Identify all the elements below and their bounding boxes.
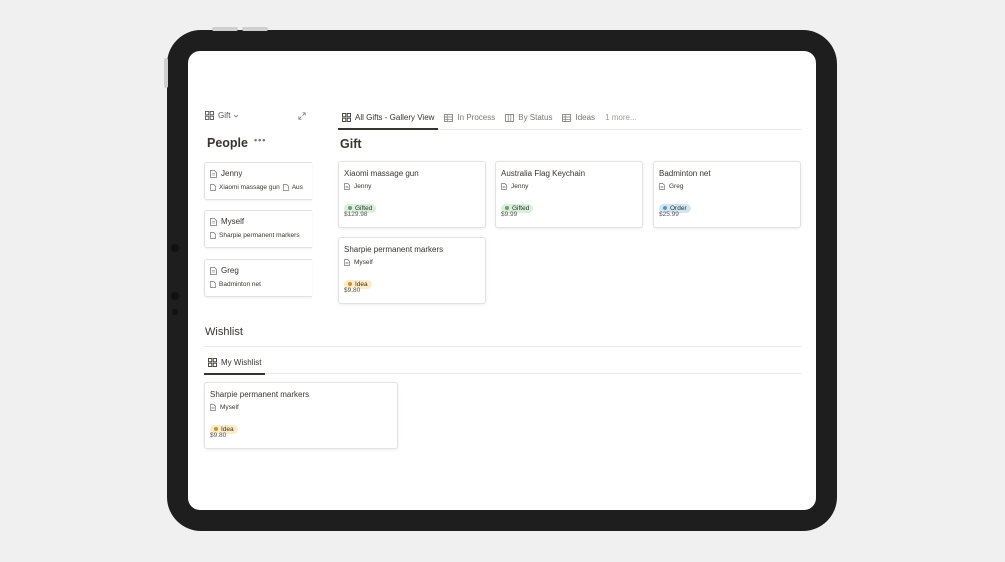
tab-ideas[interactable]: Ideas — [558, 111, 599, 128]
person-name: Jenny — [221, 169, 243, 178]
gift-card-price: $9.99 — [501, 211, 518, 218]
page-icon — [210, 184, 216, 191]
tab-label: In Process — [457, 113, 496, 122]
tab-all-gifts-gallery[interactable]: All Gifts - Gallery View — [338, 111, 439, 130]
page-icon — [501, 183, 507, 190]
table-icon — [444, 113, 454, 122]
gift-card-person-name: Greg — [669, 183, 684, 190]
gift-card[interactable]: Badminton net Greg Order $25.99 — [653, 161, 801, 228]
people-title: People ••• — [207, 135, 266, 150]
gallery-icon — [342, 113, 351, 122]
gift-card[interactable]: Sharpie permanent markers Myself Idea $9… — [338, 237, 486, 304]
person-card-myself[interactable]: Myself Sharpie permanent markers — [204, 210, 312, 248]
tab-label: My Wishlist — [221, 358, 262, 367]
status-dot — [348, 206, 352, 210]
gift-card-person-name: Jenny — [354, 183, 372, 190]
tab-my-wishlist[interactable]: My Wishlist — [204, 356, 266, 375]
gift-card-person[interactable]: Jenny — [344, 183, 371, 190]
wishlist-view-tabs: My Wishlist — [204, 356, 802, 375]
person-name: Greg — [221, 266, 239, 275]
gift-card-person-name: Myself — [354, 259, 373, 266]
wishlist-card-title: Sharpie permanent markers — [210, 390, 310, 399]
divider — [204, 346, 802, 347]
page-icon — [210, 169, 217, 178]
tablet-camera — [171, 244, 179, 252]
page-icon — [210, 404, 216, 411]
tablet-power-button — [164, 58, 168, 88]
wishlist-title: Wishlist — [205, 326, 243, 338]
tablet-volume-button — [242, 27, 268, 31]
gift-card-person[interactable]: Myself — [344, 259, 373, 266]
person-name: Myself — [221, 217, 245, 226]
gift-card-price: $25.99 — [659, 211, 679, 218]
page-icon — [344, 259, 350, 266]
board-icon — [505, 113, 515, 122]
gift-card[interactable]: Xiaomi massage gun Jenny Gifted $129.98 — [338, 161, 486, 228]
tab-more-views[interactable]: 1 more... — [601, 111, 641, 128]
gift-card-title: Australia Flag Keychain — [501, 169, 586, 178]
people-view-selector[interactable]: Gift — [205, 111, 309, 120]
status-dot — [214, 427, 218, 431]
chevron-down-icon — [233, 113, 239, 119]
gift-card[interactable]: Australia Flag Keychain Jenny Gifted $9.… — [495, 161, 643, 228]
tablet-sensor — [172, 309, 178, 315]
person-gift-link[interactable]: Aus — [292, 184, 303, 191]
gift-title: Gift — [340, 137, 362, 151]
page-icon — [659, 183, 665, 190]
people-title-text: People — [207, 136, 248, 150]
tablet-sensor — [171, 292, 179, 300]
page-icon — [210, 281, 216, 288]
table-icon — [562, 113, 572, 122]
tablet-frame: Gift People ••• Jenny Xiaomi massage gun… — [164, 27, 837, 531]
status-dot — [663, 206, 667, 210]
tab-label: All Gifts - Gallery View — [355, 113, 435, 122]
gift-card-price: $129.98 — [344, 211, 368, 218]
status-dot — [348, 282, 352, 286]
gift-card-title: Sharpie permanent markers — [344, 245, 444, 254]
gift-card-person[interactable]: Jenny — [501, 183, 528, 190]
gift-card-person[interactable]: Greg — [659, 183, 683, 190]
wishlist-card[interactable]: Sharpie permanent markers Myself Idea $9… — [204, 382, 398, 449]
page-icon — [344, 183, 350, 190]
page-icon — [210, 232, 216, 239]
gift-card-title: Xiaomi massage gun — [344, 169, 419, 178]
gift-card-title: Badminton net — [659, 169, 711, 178]
person-card-jenny[interactable]: Jenny Xiaomi massage gun Aus — [204, 162, 312, 200]
tab-label: Ideas — [575, 113, 596, 122]
tab-label: By Status — [518, 113, 553, 122]
gallery-icon — [208, 358, 217, 367]
person-card-greg[interactable]: Greg Badminton net — [204, 259, 312, 297]
tablet-volume-button — [212, 27, 238, 31]
screen: Gift People ••• Jenny Xiaomi massage gun… — [188, 51, 816, 510]
gift-view-tabs: All Gifts - Gallery View In Process By S… — [338, 111, 802, 130]
person-gift-link[interactable]: Sharpie permanent markers — [219, 232, 300, 239]
wishlist-card-price: $9.80 — [210, 432, 227, 439]
wishlist-card-person-name: Myself — [220, 404, 239, 411]
people-view-label: Gift — [218, 111, 231, 120]
expand-icon[interactable] — [298, 112, 306, 120]
gift-card-price: $9.80 — [344, 287, 361, 294]
tab-by-status[interactable]: By Status — [501, 111, 556, 128]
page-icon — [210, 266, 217, 275]
more-options-icon[interactable]: ••• — [254, 135, 266, 145]
person-gift-link[interactable]: Badminton net — [219, 281, 261, 288]
wishlist-card-person[interactable]: Myself — [210, 404, 239, 411]
status-dot — [505, 206, 509, 210]
page-icon — [210, 217, 217, 226]
person-gift-link[interactable]: Xiaomi massage gun — [219, 184, 280, 191]
tab-in-process[interactable]: In Process — [440, 111, 499, 128]
gift-card-person-name: Jenny — [511, 183, 529, 190]
gallery-icon — [205, 111, 214, 120]
page-icon — [282, 184, 289, 191]
